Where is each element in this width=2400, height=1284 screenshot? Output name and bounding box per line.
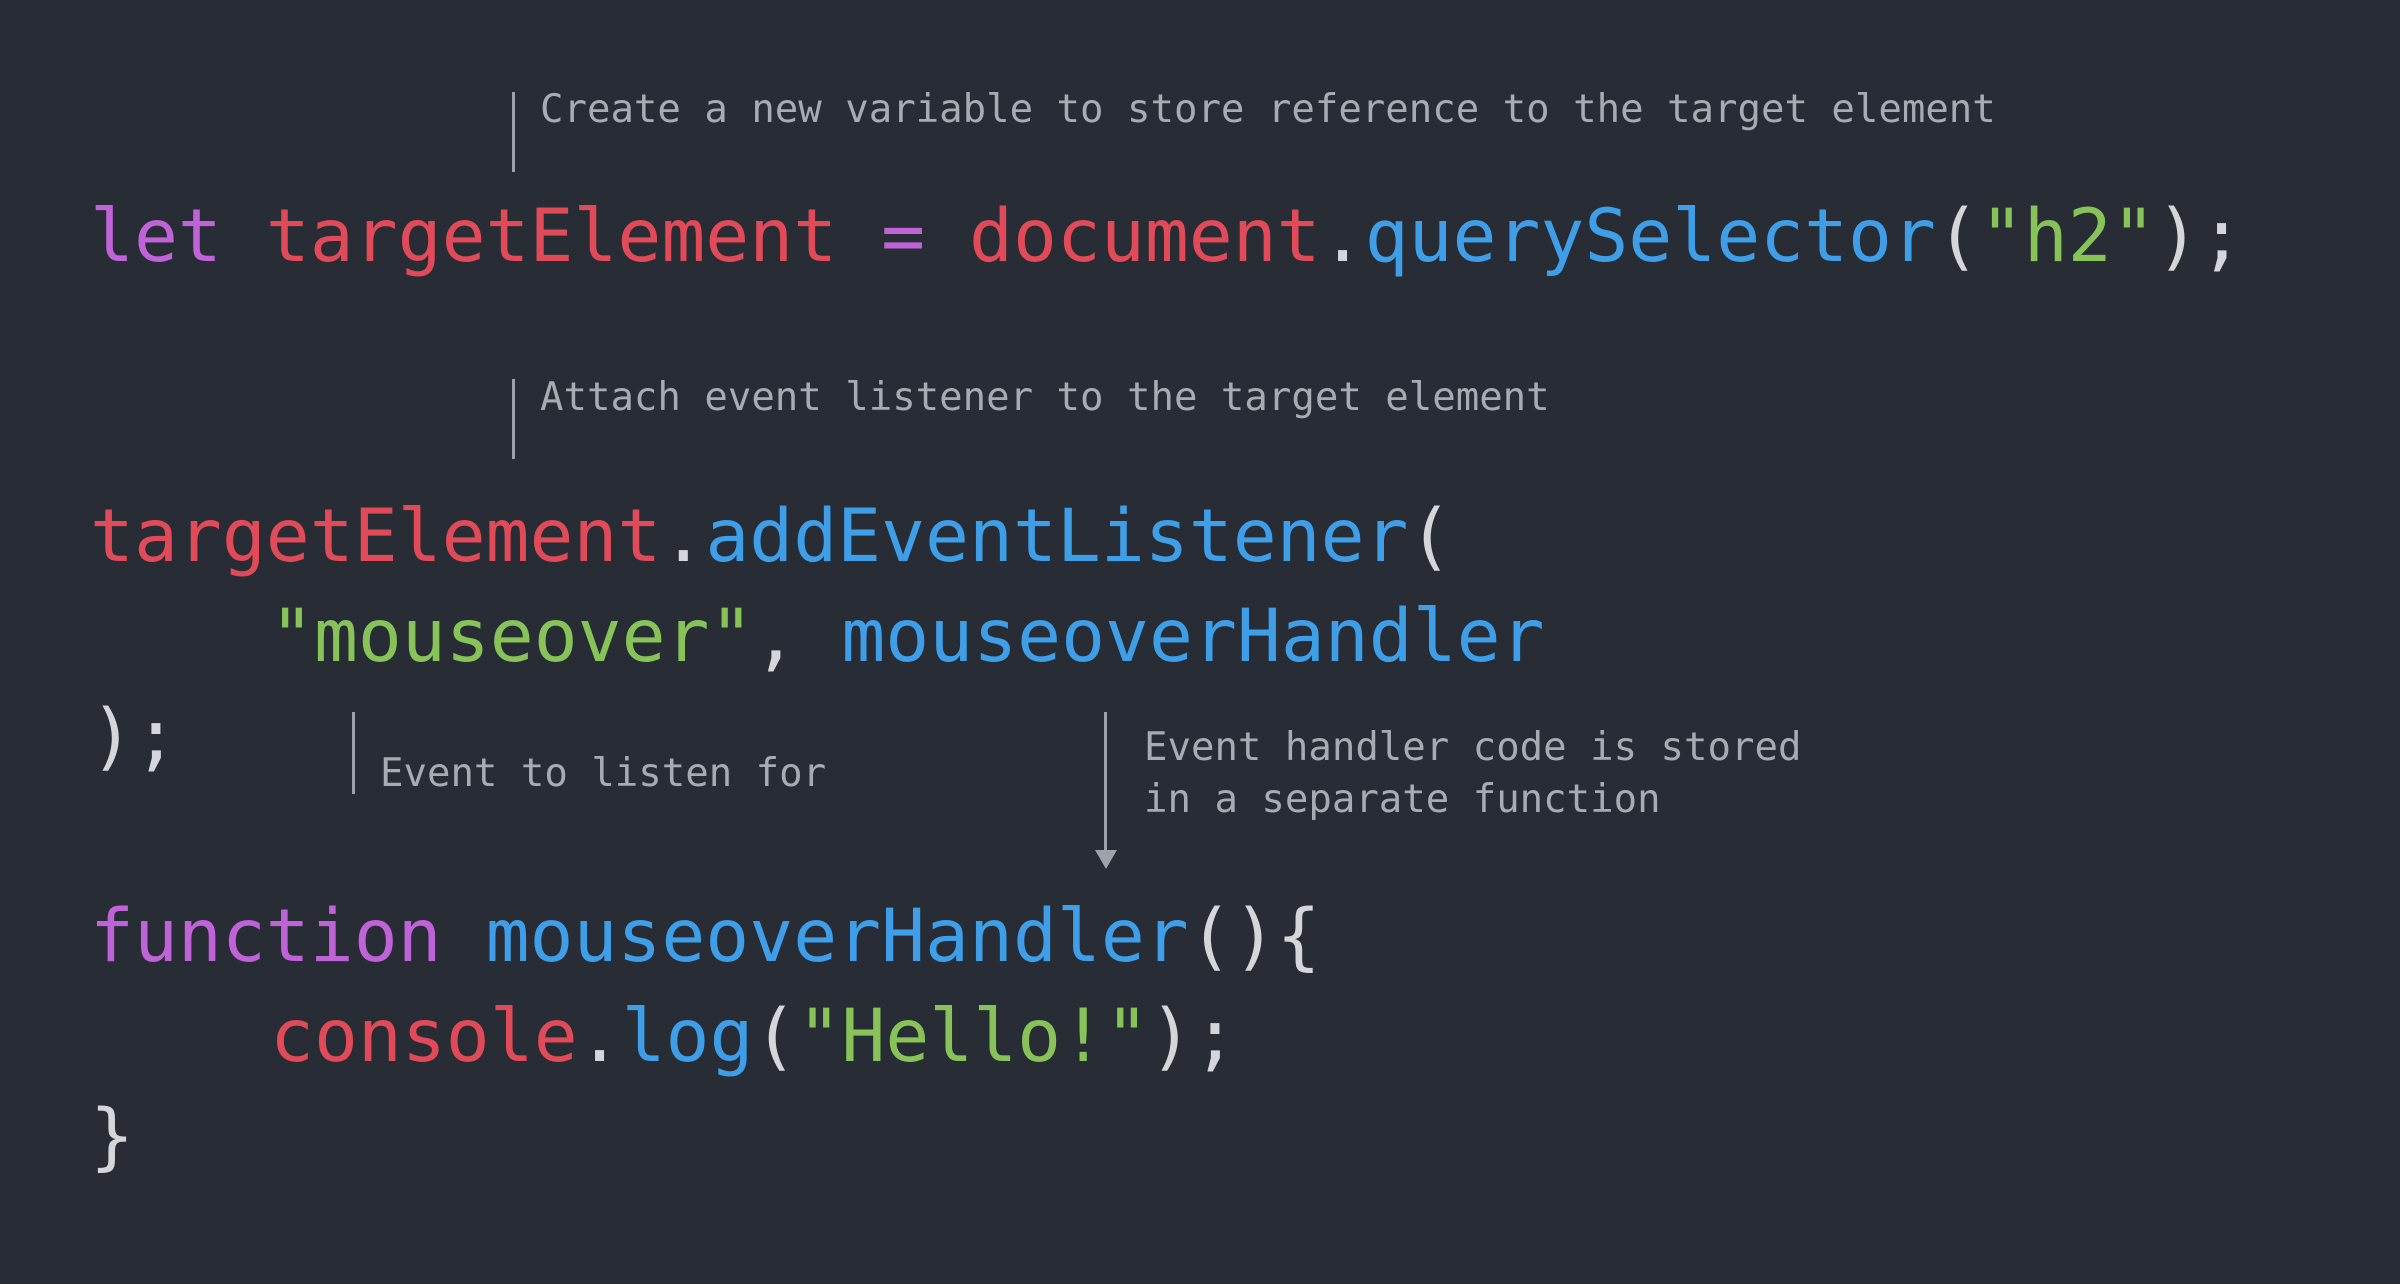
keyword-function: function	[90, 894, 442, 979]
open-paren: (	[1935, 194, 1980, 279]
object-document: document	[969, 194, 1321, 279]
dot: .	[1320, 194, 1365, 279]
close-paren-semicolon: );	[2155, 194, 2244, 279]
assign-operator: =	[881, 194, 926, 279]
code-line-close-brace: }	[90, 1087, 134, 1187]
open-paren: (	[1408, 494, 1453, 579]
annotation-create-variable: Create a new variable to store reference…	[540, 87, 1996, 132]
method-query-selector: querySelector	[1364, 194, 1936, 279]
object-console: console	[270, 994, 578, 1079]
arrow-down-icon	[1095, 850, 1117, 869]
code-line-function-declaration: function mouseoverHandler(){	[90, 887, 1321, 987]
annotation-handler-line1: Event handler code is stored	[1144, 725, 1802, 770]
method-add-event-listener: addEventListener	[705, 494, 1409, 579]
object-target-element: targetElement	[90, 494, 662, 579]
open-paren: (	[753, 994, 798, 1079]
dot: .	[577, 994, 622, 1079]
close-paren-semicolon: );	[1149, 994, 1237, 1079]
string-hello: "Hello!"	[797, 994, 1150, 1079]
code-line-query-selector: let targetElement = document.querySelect…	[90, 187, 2244, 287]
close-paren-semicolon: );	[90, 694, 178, 779]
dot: .	[661, 494, 706, 579]
annotation-handler-line2: in a separate function	[1144, 777, 1661, 822]
comma: ,	[753, 594, 798, 679]
annotation-event-to-listen: Event to listen for	[380, 751, 827, 796]
variable-target-element: targetElement	[265, 194, 838, 279]
close-brace: }	[90, 1094, 134, 1179]
keyword-let: let	[90, 194, 222, 279]
annotation-line-create-variable	[512, 92, 515, 172]
annotation-arrow-line-handler	[1104, 712, 1107, 852]
annotation-attach-listener: Attach event listener to the target elem…	[540, 375, 1550, 420]
function-name-mouseover-handler: mouseoverHandler	[485, 894, 1189, 979]
open-brace: {	[1276, 894, 1321, 979]
annotation-line-attach-listener	[512, 379, 515, 459]
handler-reference: mouseoverHandler	[841, 594, 1545, 679]
code-line-close-call: );	[90, 687, 178, 787]
parens: ()	[1188, 894, 1277, 979]
code-line-add-event-listener: targetElement.addEventListener(	[90, 487, 1452, 587]
code-line-console-log: console.log("Hello!");	[90, 987, 1237, 1087]
string-mouseover: "mouseover"	[270, 594, 754, 679]
string-h2: "h2"	[1979, 194, 2156, 279]
annotation-line-event-to-listen	[352, 712, 355, 794]
method-log: log	[621, 994, 754, 1079]
code-line-listener-args: "mouseover", mouseoverHandler	[90, 587, 1545, 687]
